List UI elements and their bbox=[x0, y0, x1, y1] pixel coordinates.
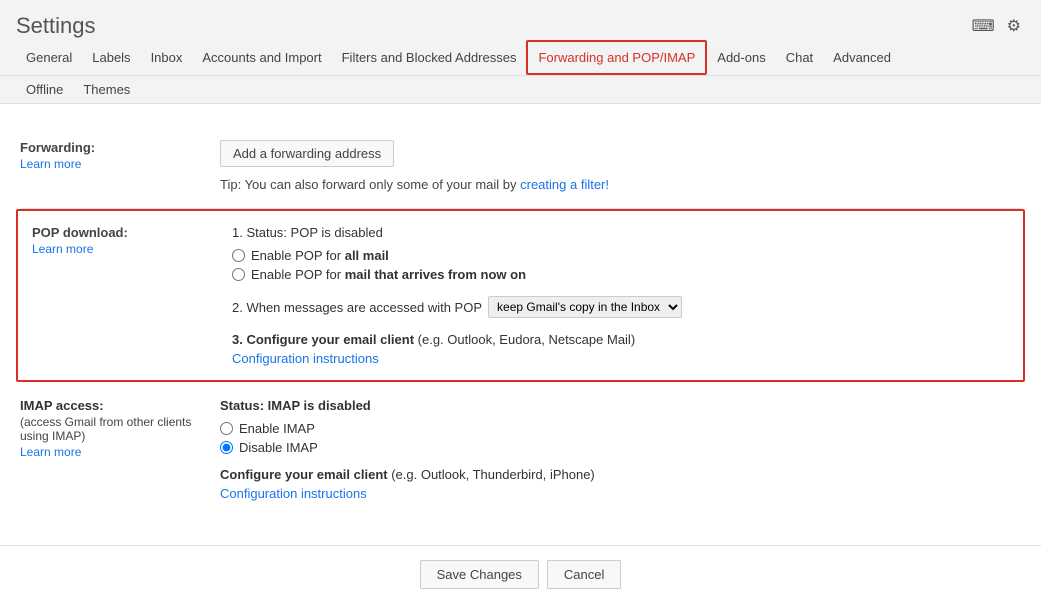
pop-radio-all-mail: Enable POP for all mail bbox=[232, 248, 1009, 263]
pop-config-instructions-link[interactable]: Configuration instructions bbox=[232, 351, 1009, 366]
imap-status: Status: IMAP is disabled bbox=[220, 398, 1021, 413]
pop-configure: 3. Configure your email client (e.g. Out… bbox=[232, 332, 1009, 366]
pop-section: POP download: Learn more 1. Status: POP … bbox=[16, 209, 1025, 382]
imap-section: IMAP access: (access Gmail from other cl… bbox=[20, 382, 1021, 517]
add-forwarding-address-button[interactable]: Add a forwarding address bbox=[220, 140, 394, 167]
tab-forwarding-pop-imap[interactable]: Forwarding and POP/IMAP bbox=[526, 40, 707, 75]
imap-configure: Configure your email client (e.g. Outloo… bbox=[220, 467, 1021, 501]
tab-offline[interactable]: Offline bbox=[16, 76, 73, 103]
tab-inbox[interactable]: Inbox bbox=[141, 40, 193, 75]
pop-radio-from-now-input[interactable] bbox=[232, 268, 245, 281]
tab-accounts-import[interactable]: Accounts and Import bbox=[192, 40, 331, 75]
imap-enable-radio: Enable IMAP bbox=[220, 421, 1021, 436]
imap-sublabel: (access Gmail from other clients using I… bbox=[20, 415, 220, 443]
imap-config-instructions-link[interactable]: Configuration instructions bbox=[220, 486, 1021, 501]
keyboard-icon[interactable]: ⌨ bbox=[968, 12, 999, 40]
imap-label: IMAP access: bbox=[20, 398, 220, 413]
pop-radio-all-mail-input[interactable] bbox=[232, 249, 245, 262]
nav-tabs-row1: General Labels Inbox Accounts and Import… bbox=[0, 40, 1041, 76]
tab-advanced[interactable]: Advanced bbox=[823, 40, 901, 75]
nav-tabs-row2: Offline Themes bbox=[0, 76, 1041, 104]
tab-chat[interactable]: Chat bbox=[776, 40, 823, 75]
pop-radio-from-now: Enable POP for mail that arrives from no… bbox=[232, 267, 1009, 282]
bottom-bar: Save Changes Cancel bbox=[0, 545, 1041, 603]
tab-filters-blocked[interactable]: Filters and Blocked Addresses bbox=[332, 40, 527, 75]
pop-copy-dropdown[interactable]: keep Gmail's copy in the Inbox mark Gmai… bbox=[488, 296, 682, 318]
forwarding-tip: Tip: You can also forward only some of y… bbox=[220, 177, 1021, 192]
imap-learn-more[interactable]: Learn more bbox=[20, 445, 220, 459]
forwarding-learn-more[interactable]: Learn more bbox=[20, 157, 220, 171]
save-changes-button[interactable]: Save Changes bbox=[420, 560, 539, 589]
imap-disable-radio-input[interactable] bbox=[220, 441, 233, 454]
pop-when-accessed: 2. When messages are accessed with POP k… bbox=[232, 296, 1009, 318]
imap-disable-radio: Disable IMAP bbox=[220, 440, 1021, 455]
tab-labels[interactable]: Labels bbox=[82, 40, 140, 75]
imap-disable-label: Disable IMAP bbox=[239, 440, 318, 455]
tab-general[interactable]: General bbox=[16, 40, 82, 75]
imap-enable-radio-input[interactable] bbox=[220, 422, 233, 435]
cancel-button[interactable]: Cancel bbox=[547, 560, 621, 589]
page-title: Settings bbox=[16, 13, 96, 39]
imap-enable-label: Enable IMAP bbox=[239, 421, 315, 436]
tab-themes[interactable]: Themes bbox=[73, 76, 140, 103]
creating-filter-link[interactable]: creating a filter! bbox=[520, 177, 609, 192]
forwarding-section: Forwarding: Learn more Add a forwarding … bbox=[20, 124, 1021, 209]
gear-icon[interactable]: ⚙ bbox=[1003, 12, 1025, 40]
pop-label: POP download: bbox=[32, 225, 232, 240]
tab-addons[interactable]: Add-ons bbox=[707, 40, 775, 75]
pop-status: 1. Status: POP is disabled bbox=[232, 225, 1009, 240]
pop-learn-more[interactable]: Learn more bbox=[32, 242, 232, 256]
forwarding-label: Forwarding: bbox=[20, 140, 95, 155]
